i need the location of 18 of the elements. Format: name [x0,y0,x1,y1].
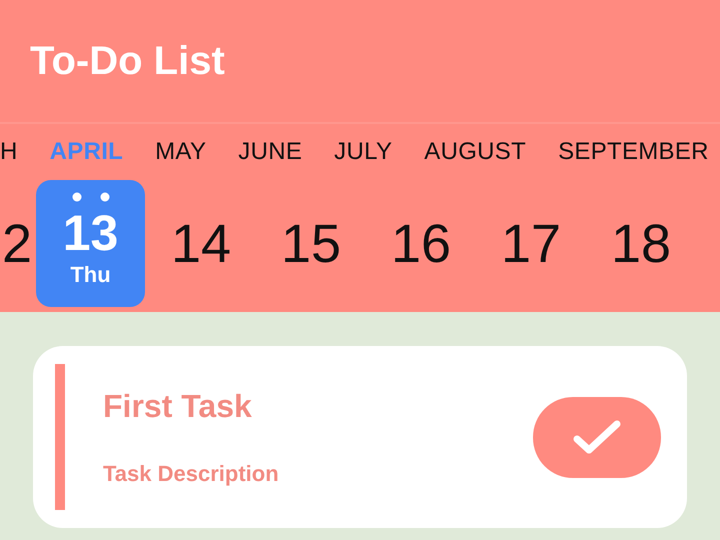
month-tab[interactable]: MAY [155,138,206,166]
date-item[interactable]: 13 Thu [36,180,145,307]
month-tab[interactable]: JULY [334,138,392,166]
month-tab[interactable]: JUNE [238,138,302,166]
month-tab[interactable]: SEPTEMBER [558,138,709,166]
month-tab[interactable]: H [0,138,18,166]
date-item[interactable]: 18 [586,180,696,307]
date-item[interactable]: 17 [476,180,586,307]
date-item[interactable]: 14 [146,180,256,307]
task-description: Task Description [103,460,279,486]
month-tab[interactable]: AUGUST [424,138,526,166]
check-icon [573,419,621,455]
date-item[interactable]: 2 [0,180,36,307]
app-title: To-Do List [30,38,225,84]
date-item[interactable]: 15 [256,180,366,307]
dots-icon [72,192,110,202]
date-item[interactable]: 16 [366,180,476,307]
task-title: First Task [103,388,252,424]
